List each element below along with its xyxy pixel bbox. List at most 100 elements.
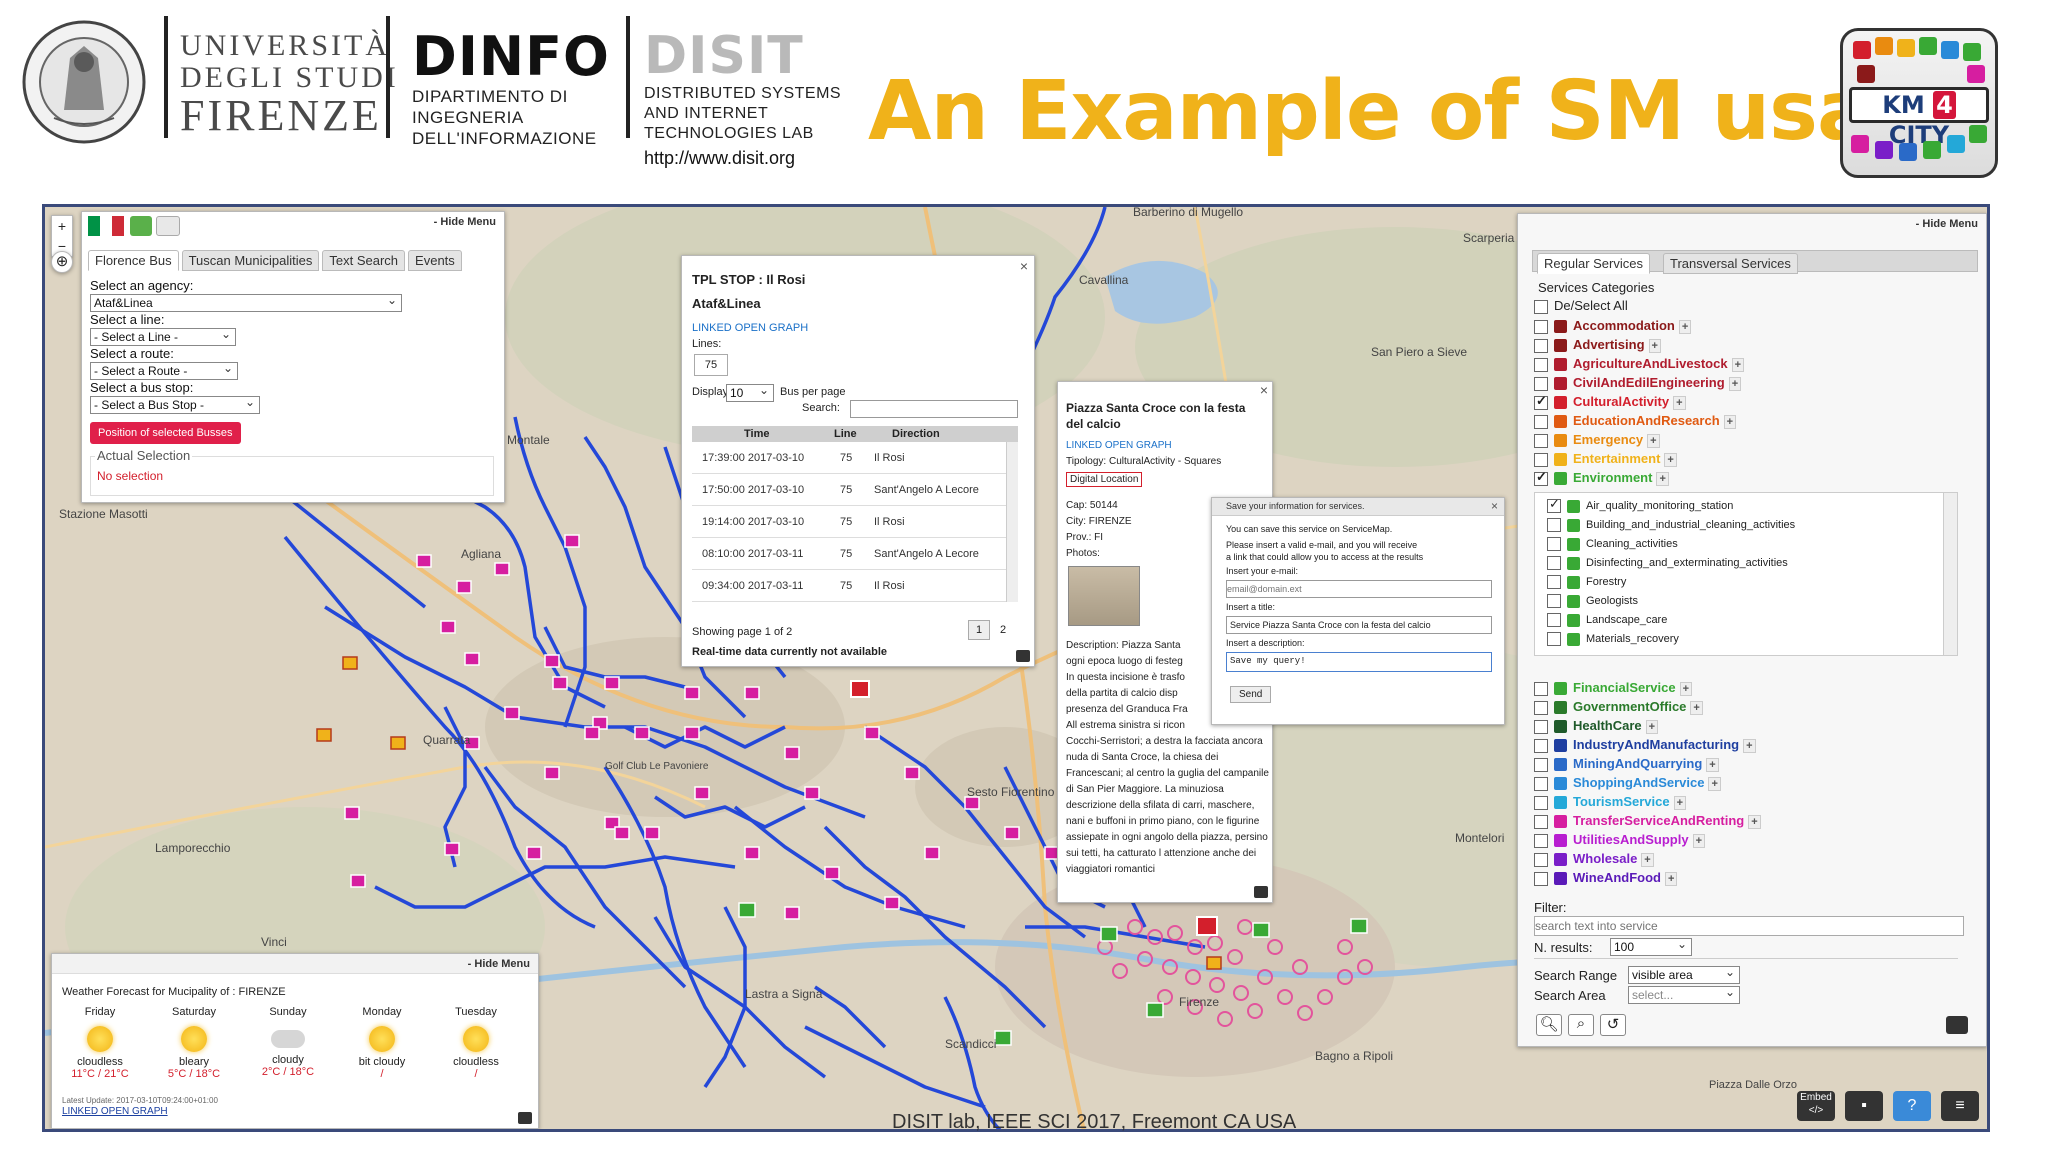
checkbox[interactable] xyxy=(1547,613,1561,627)
route-select[interactable]: - Select a Route - xyxy=(90,360,238,380)
checkbox[interactable] xyxy=(1534,452,1548,467)
sub-item-forestry[interactable]: Forestry xyxy=(1547,575,1626,589)
tab-events[interactable]: Events xyxy=(408,250,462,271)
expand-icon[interactable]: + xyxy=(1692,834,1705,848)
agency-select[interactable]: Ataf&Linea xyxy=(90,292,402,312)
expand-icon[interactable]: + xyxy=(1673,796,1687,810)
checkbox[interactable] xyxy=(1534,357,1548,372)
expand-icon[interactable]: + xyxy=(1728,377,1742,391)
checkbox[interactable] xyxy=(1534,393,1548,410)
checkbox[interactable] xyxy=(1534,433,1548,448)
expand-icon[interactable]: + xyxy=(1648,339,1661,353)
tab-tuscan-municipalities[interactable]: Tuscan Municipalities xyxy=(181,250,320,271)
close-icon[interactable]: × xyxy=(1020,258,1028,274)
embed-button[interactable]: Embed </> xyxy=(1797,1091,1835,1121)
close-icon[interactable]: × xyxy=(1491,499,1498,513)
tab-text-search[interactable]: Text Search xyxy=(322,250,406,271)
expand-icon[interactable]: + xyxy=(1690,701,1703,715)
search-button[interactable]: 🔍︎ xyxy=(1536,1014,1562,1036)
save-icon[interactable] xyxy=(518,1112,532,1124)
tpl-linked-open-graph-link[interactable]: LINKED OPEN GRAPH xyxy=(692,322,808,334)
checkbox[interactable] xyxy=(1534,776,1548,791)
checkbox[interactable] xyxy=(1534,871,1548,886)
tab-florence-bus[interactable]: Florence Bus xyxy=(88,250,179,271)
category-healthcare[interactable]: HealthCare + xyxy=(1534,718,1659,737)
checkbox[interactable] xyxy=(1534,338,1548,353)
checkbox[interactable] xyxy=(1547,496,1561,513)
n-results-select[interactable]: 100 xyxy=(1610,936,1692,956)
expand-icon[interactable]: + xyxy=(1743,739,1756,753)
checkbox[interactable] xyxy=(1547,632,1561,646)
tab-regular-services[interactable]: Regular Services xyxy=(1537,253,1650,274)
italy-flag-icon[interactable] xyxy=(88,216,124,236)
expand-icon[interactable]: + xyxy=(1673,396,1686,410)
expand-icon[interactable]: + xyxy=(1679,682,1693,696)
line-select[interactable]: - Select a Line - xyxy=(90,326,236,346)
select-all-toggle[interactable]: De/Select All xyxy=(1534,298,1628,317)
checkbox[interactable] xyxy=(1534,833,1548,848)
help-icon[interactable]: ? xyxy=(1893,1091,1931,1121)
save-icon[interactable] xyxy=(1946,1016,1968,1034)
expand-icon[interactable]: + xyxy=(1645,720,1659,734)
category-agriculture[interactable]: AgricultureAndLivestock + xyxy=(1534,356,1745,375)
croce-linked-open-graph-link[interactable]: LINKED OPEN GRAPH xyxy=(1066,440,1172,451)
disit-url[interactable]: http://www.disit.org xyxy=(644,148,841,169)
search-range-select[interactable]: visible area xyxy=(1628,964,1740,984)
category-transfer[interactable]: TransferServiceAndRenting + xyxy=(1534,813,1761,832)
save-icon[interactable] xyxy=(1016,650,1030,662)
page-1-button[interactable]: 1 xyxy=(968,620,990,640)
checkbox[interactable] xyxy=(1534,469,1548,486)
tab-transversal-services[interactable]: Transversal Services xyxy=(1663,253,1798,274)
expand-icon[interactable]: + xyxy=(1641,853,1654,867)
checkbox[interactable] xyxy=(1547,594,1561,608)
send-button[interactable]: Send xyxy=(1230,686,1272,703)
zoom-in-button[interactable]: + xyxy=(52,216,72,236)
expand-icon[interactable]: + xyxy=(1647,434,1660,448)
sublist-scrollbar[interactable] xyxy=(1943,493,1957,655)
expand-icon[interactable]: + xyxy=(1656,472,1669,486)
save-icon[interactable] xyxy=(1254,886,1268,898)
checkbox[interactable] xyxy=(1534,700,1548,715)
category-mining[interactable]: MiningAndQuarrying + xyxy=(1534,756,1719,775)
bus-stop-select[interactable]: - Select a Bus Stop - xyxy=(90,394,260,414)
expand-icon[interactable]: + xyxy=(1678,320,1692,334)
checkbox[interactable] xyxy=(1547,537,1561,551)
close-icon[interactable]: × xyxy=(1260,382,1268,398)
save-map-icon[interactable]: ▪ xyxy=(1845,1091,1883,1121)
sub-item-cleaning[interactable]: Cleaning_activities xyxy=(1547,537,1678,551)
expand-icon[interactable]: + xyxy=(1723,415,1737,429)
checkbox[interactable] xyxy=(1534,719,1548,734)
services-hide-menu-button[interactable]: - Hide Menu xyxy=(1916,218,1978,230)
category-wine-food[interactable]: WineAndFood + xyxy=(1534,870,1678,889)
tpl-search-input[interactable] xyxy=(850,400,1018,418)
title-field[interactable]: Service Piazza Santa Croce con la festa … xyxy=(1226,616,1492,634)
sub-item-geologists[interactable]: Geologists xyxy=(1547,594,1638,608)
expand-icon[interactable]: + xyxy=(1664,453,1677,467)
croce-photo[interactable] xyxy=(1068,566,1140,626)
search-nearby-icon[interactable]: ⌕ xyxy=(1568,1014,1594,1036)
checkbox[interactable] xyxy=(1534,738,1548,753)
checkbox[interactable] xyxy=(1534,814,1548,829)
category-environment[interactable]: Environment+ xyxy=(1534,469,1669,489)
sub-item-materials[interactable]: Materials_recovery xyxy=(1547,632,1679,646)
checkbox[interactable] xyxy=(1534,852,1548,867)
layers-icon[interactable]: ≡ xyxy=(1941,1091,1979,1121)
checkbox[interactable] xyxy=(1547,575,1561,589)
category-advertising[interactable]: Advertising + xyxy=(1534,337,1661,356)
expand-icon[interactable]: + xyxy=(1731,358,1745,372)
position-busses-button[interactable]: Position of selected Busses xyxy=(90,422,241,444)
reset-icon[interactable]: ↺ xyxy=(1600,1014,1626,1036)
category-entertainment[interactable]: Entertainment + xyxy=(1534,451,1677,470)
checkbox[interactable] xyxy=(1534,795,1548,810)
tpl-table-scrollbar[interactable] xyxy=(1006,442,1018,602)
category-education[interactable]: EducationAndResearch + xyxy=(1534,413,1737,432)
filter-input[interactable] xyxy=(1534,916,1964,936)
expand-icon[interactable]: + xyxy=(1748,815,1761,829)
category-shopping[interactable]: ShoppingAndService + xyxy=(1534,775,1721,794)
category-utilities[interactable]: UtilitiesAndSupply + xyxy=(1534,832,1705,851)
checkbox[interactable] xyxy=(1547,556,1561,570)
checkbox[interactable] xyxy=(1547,518,1561,532)
expand-icon[interactable]: + xyxy=(1706,758,1719,772)
category-wholesale[interactable]: Wholesale + xyxy=(1534,851,1654,870)
page-2-button[interactable]: 2 xyxy=(1000,624,1006,636)
